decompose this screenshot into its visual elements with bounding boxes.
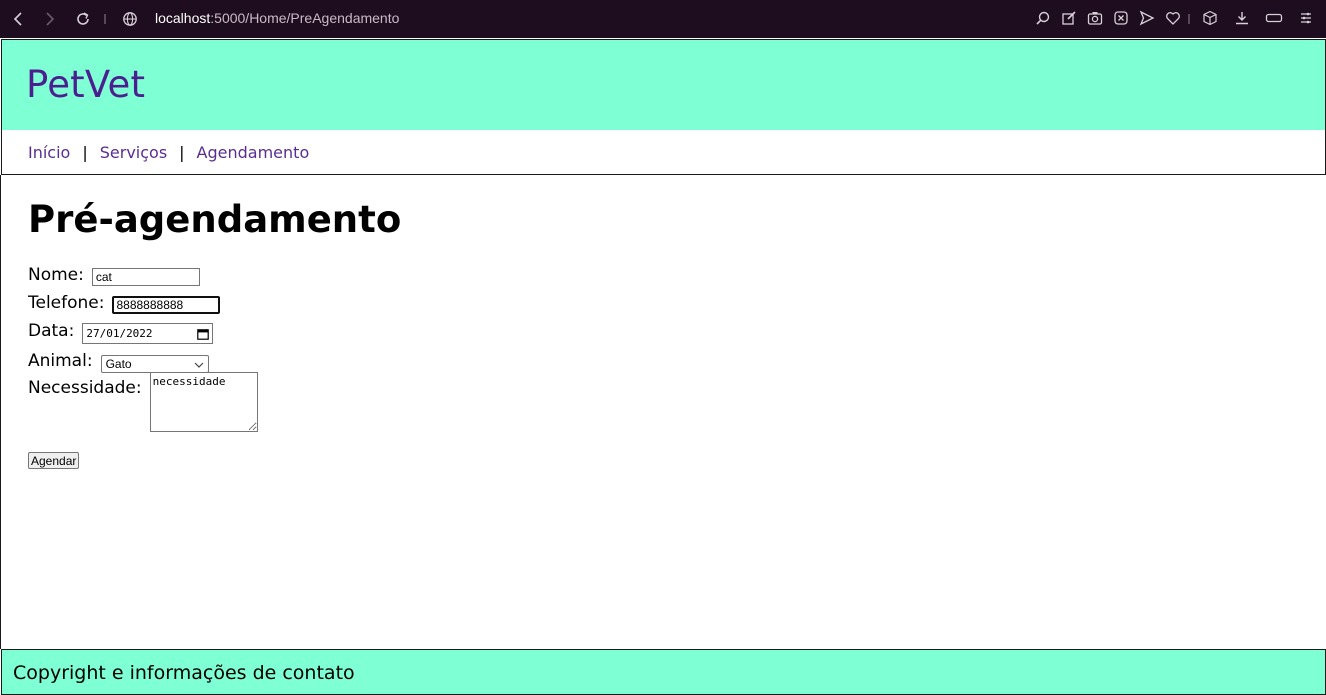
address-bar[interactable]: localhost:5000/Home/PreAgendamento	[155, 10, 399, 26]
download-icon[interactable]	[1233, 9, 1251, 27]
data-value: 27/01/2022	[86, 327, 153, 340]
nav-link-inicio[interactable]: Início	[28, 143, 70, 162]
camera-icon[interactable]	[1086, 9, 1104, 27]
nav-link-agendamento[interactable]: Agendamento	[197, 143, 310, 162]
nav-link-servicos[interactable]: Serviços	[100, 143, 167, 162]
form-row-necessidade: Necessidade: necessidade	[28, 372, 258, 432]
url-path: :5000/Home/PreAgendamento	[210, 10, 400, 26]
telefone-label: Telefone:	[28, 293, 105, 313]
forward-icon[interactable]	[38, 8, 60, 30]
page: PetVet Início | Serviços | Agendamento Pré-a…	[0, 38, 1326, 695]
battery-icon[interactable]	[1265, 9, 1283, 27]
agendar-button[interactable]: Agendar	[28, 452, 80, 469]
globe-icon[interactable]	[119, 8, 141, 30]
toolbar-separator	[104, 14, 106, 24]
toolbar-separator	[1188, 14, 1190, 24]
content-border	[0, 175, 1, 649]
data-label: Data:	[28, 321, 75, 341]
site-header: PetVet	[1, 39, 1326, 131]
chevron-down-icon	[194, 357, 204, 371]
close-x-icon[interactable]	[1112, 9, 1130, 27]
browser-toolbar: localhost:5000/Home/PreAgendamento	[0, 0, 1326, 38]
telefone-input[interactable]	[112, 296, 221, 314]
animal-selected-value: Gato	[105, 357, 132, 371]
nav-links: Início | Serviços | Agendamento	[28, 143, 309, 162]
reload-icon[interactable]	[72, 8, 94, 30]
url-host: localhost	[155, 10, 211, 26]
necessidade-label: Necessidade:	[28, 378, 142, 398]
nav-separator: |	[179, 143, 185, 162]
nav-separator: |	[82, 143, 88, 162]
nome-label: Nome:	[28, 265, 84, 285]
menu-icon[interactable]	[1297, 9, 1315, 27]
site-footer: Copyright e informações de contato	[1, 649, 1326, 695]
heart-icon[interactable]	[1164, 9, 1182, 27]
data-input[interactable]: 27/01/2022	[82, 323, 214, 344]
necessidade-textarea[interactable]: necessidade	[149, 372, 258, 432]
nome-input[interactable]	[91, 268, 200, 286]
send-icon[interactable]	[1138, 9, 1156, 27]
cube-icon[interactable]	[1201, 9, 1219, 27]
form-row-nome: Nome:	[28, 265, 200, 286]
animal-select[interactable]: Gato	[100, 355, 209, 373]
edit-icon[interactable]	[1060, 9, 1078, 27]
form-row-telefone: Telefone:	[28, 293, 221, 314]
form-row-data: Data: 27/01/2022	[28, 321, 214, 344]
form-row-animal: Animal: Gato	[28, 351, 209, 373]
footer-text: Copyright e informações de contato	[13, 662, 355, 684]
animal-label: Animal:	[28, 351, 93, 371]
page-title: Pré-agendamento	[28, 198, 402, 241]
brand-logo-text[interactable]: PetVet	[26, 63, 145, 106]
back-icon[interactable]	[8, 8, 30, 30]
calendar-icon[interactable]	[197, 328, 210, 340]
site-nav: Início | Serviços | Agendamento	[1, 130, 1326, 175]
zoom-icon[interactable]	[1034, 9, 1052, 27]
